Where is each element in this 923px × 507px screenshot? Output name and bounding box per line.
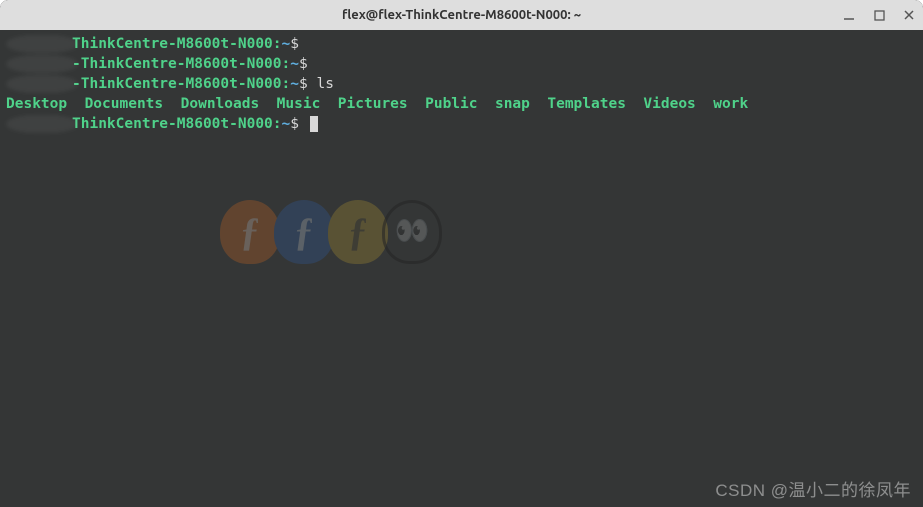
dir-entry: Templates [547,96,626,112]
prompt-line: ThinkCentre-M8600t-N000:~$ [6,34,917,54]
fedora-logo-icon: ƒ [220,200,280,264]
dir-entry: Pictures [338,96,408,112]
fedora-logo-icon: ƒ [328,200,388,264]
dir-entry: Music [277,96,321,112]
prompt-dollar: $ [290,116,299,132]
prompt-host: ThinkCentre-M8600t-N000 [72,36,273,52]
prompt-line-current: ThinkCentre-M8600t-N000:~$ [6,114,917,134]
redacted-username [6,115,78,133]
prompt-path: ~ [290,56,299,72]
prompt-line: -ThinkCentre-M8600t-N000:~$ ls [6,74,917,94]
cursor-icon [310,116,318,132]
dir-entry: snap [495,96,530,112]
prompt-path: ~ [290,76,299,92]
background-watermark-logos: ƒ ƒ ƒ 👀 [220,200,436,264]
command-text: ls [316,76,333,92]
redacted-username [6,75,78,93]
penguin-logo-icon: 👀 [382,200,442,264]
prompt-path: ~ [282,36,291,52]
redacted-username [6,55,78,73]
ls-output-line: Desktop Documents Downloads Music Pictur… [6,94,917,114]
csdn-watermark-text: CSDN @温小二的徐凤年 [715,481,911,501]
dir-entry: Downloads [181,96,260,112]
terminal-window: flex@flex-ThinkCentre-M8600t-N000: ~ ƒ ƒ… [0,0,923,507]
prompt-host: ThinkCentre-M8600t-N000 [81,76,282,92]
titlebar[interactable]: flex@flex-ThinkCentre-M8600t-N000: ~ [0,0,923,30]
fedora-logo-icon: ƒ [274,200,334,264]
dir-entry: Videos [643,96,695,112]
dir-entry: Public [425,96,477,112]
prompt-dollar: $ [299,56,308,72]
redacted-username [6,35,78,53]
prompt-sep: : [273,36,282,52]
prompt-sep: : [282,76,291,92]
dir-entry: Desktop [6,96,67,112]
prompt-path: ~ [282,116,291,132]
minimize-button[interactable] [841,7,857,23]
prompt-sep: : [282,56,291,72]
maximize-button[interactable] [871,7,887,23]
terminal-body[interactable]: ƒ ƒ ƒ 👀 ThinkCentre-M8600t-N000:~$ -Thin… [0,30,923,507]
dir-entry: Documents [85,96,164,112]
prompt-dollar: $ [299,76,308,92]
prompt-line: -ThinkCentre-M8600t-N000:~$ [6,54,917,74]
prompt-sep: : [273,116,282,132]
prompt-dollar: $ [290,36,299,52]
prompt-host: ThinkCentre-M8600t-N000 [81,56,282,72]
window-controls [841,0,917,30]
window-title: flex@flex-ThinkCentre-M8600t-N000: ~ [342,8,581,22]
prompt-host: ThinkCentre-M8600t-N000 [72,116,273,132]
dir-entry: work [713,96,748,112]
close-button[interactable] [901,7,917,23]
